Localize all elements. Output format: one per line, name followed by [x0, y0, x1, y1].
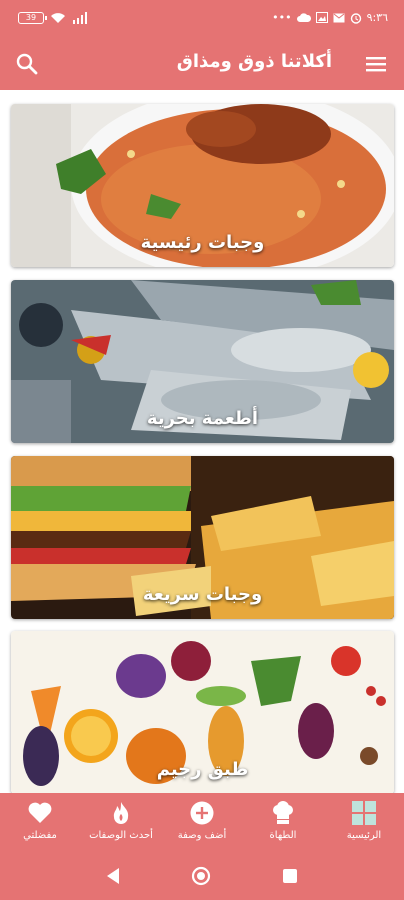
back-icon[interactable]	[104, 866, 122, 886]
bottom-nav: مفضلتي أحدث الوصفات أضف وصفة الطهاة الرئ…	[0, 793, 404, 851]
status-bar: 39 ••• ٩:٣٦	[0, 0, 404, 38]
home-icon[interactable]	[191, 866, 211, 886]
search-icon[interactable]	[14, 51, 40, 77]
wifi-icon	[51, 13, 65, 23]
battery-icon: 39	[18, 12, 47, 24]
status-left: 39	[18, 12, 88, 24]
menu-icon[interactable]	[364, 52, 388, 76]
grid-icon	[352, 801, 376, 825]
category-label: وجبات رئيسية	[140, 232, 265, 253]
chef-hat-icon	[273, 801, 293, 824]
category-label: وجبات سريعة	[142, 584, 263, 605]
app-title: أكلاتنا ذوق ومذاق	[176, 51, 332, 72]
category-card-main-dishes[interactable]: وجبات رئيسية	[11, 104, 394, 267]
nav-item-add-recipe[interactable]: أضف وصفة	[162, 793, 242, 851]
category-label: طبق رجيم	[156, 759, 249, 780]
category-card-fast-food[interactable]: وجبات سريعة	[11, 456, 394, 619]
battery-level: 39	[25, 13, 37, 22]
nav-label: مفضلتي	[23, 830, 57, 841]
signal-icon	[73, 12, 87, 24]
nav-item-favorites[interactable]: مفضلتي	[0, 793, 80, 851]
app-bar: أكلاتنا ذوق ومذاق	[0, 38, 404, 90]
email-icon	[333, 13, 345, 22]
category-card-diet[interactable]: طبق رجيم	[11, 631, 394, 794]
nav-label: أضف وصفة	[177, 830, 227, 841]
nav-item-latest-recipes[interactable]: أحدث الوصفات	[81, 793, 161, 851]
nav-item-home[interactable]: الرئيسية	[324, 793, 404, 851]
gallery-icon	[315, 12, 328, 23]
system-nav-bar	[0, 851, 404, 900]
alarm-icon	[350, 12, 361, 24]
nav-item-chefs[interactable]: الطهاة	[243, 793, 323, 851]
nav-label: أحدث الوصفات	[89, 830, 153, 841]
heart-icon	[28, 802, 52, 823]
nav-label: الرئيسية	[346, 830, 382, 841]
flame-icon	[113, 802, 129, 824]
status-right: ••• ٩:٣٦	[272, 11, 388, 24]
add-circle-icon	[190, 801, 214, 825]
clock: ٩:٣٦	[366, 11, 388, 24]
cloud-icon	[296, 12, 311, 22]
notification-dots: •••	[272, 11, 292, 24]
recents-icon[interactable]	[282, 866, 298, 886]
category-card-seafood[interactable]: أطعمة بحرية	[11, 280, 394, 443]
nav-label: الطهاة	[269, 830, 297, 841]
category-label: أطعمة بحرية	[146, 408, 259, 429]
